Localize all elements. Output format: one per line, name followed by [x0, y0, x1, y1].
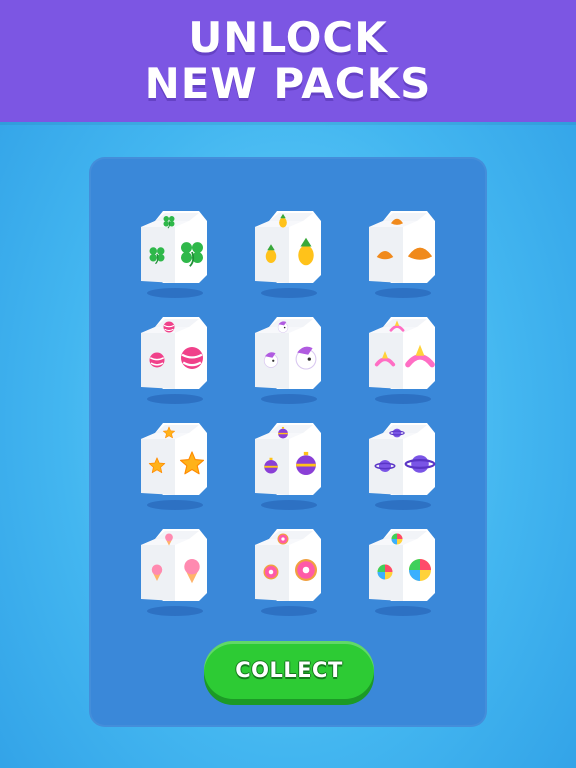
pack-cube-ice-cream — [137, 523, 213, 619]
pack-cube-star — [137, 417, 213, 513]
clover-icon — [141, 211, 207, 298]
rainbow-lollipop-icon — [369, 529, 435, 616]
ornament-ball-icon — [255, 423, 321, 510]
planet-icon — [369, 423, 436, 510]
donut-icon — [255, 529, 321, 616]
star-icon — [141, 423, 207, 510]
collect-button[interactable]: COLLECT — [204, 641, 374, 699]
pack-cube-pineapple — [251, 205, 327, 301]
unicorn-horn-icon — [369, 317, 435, 404]
collect-button-label: COLLECT — [235, 658, 343, 682]
croissant-icon — [369, 211, 435, 298]
pack-cube-ornament-ball — [251, 417, 327, 513]
pack-cube-clover — [137, 205, 213, 301]
pack-cube-unicorn — [251, 311, 327, 407]
pack-cube-candy-ball — [137, 311, 213, 407]
unicorn-icon — [255, 317, 321, 404]
candy-ball-icon — [141, 317, 207, 404]
header-banner: UNLOCK NEW PACKS — [0, 0, 576, 122]
pack-cube-planet — [365, 417, 441, 513]
pack-cube-unicorn-horn — [365, 311, 441, 407]
pack-cube-donut — [251, 523, 327, 619]
ice-cream-icon — [141, 529, 207, 616]
header-title-line-2: NEW PACKS — [144, 59, 432, 108]
pack-cube-croissant — [365, 205, 441, 301]
pineapple-icon — [255, 211, 321, 298]
header-title-line-1: UNLOCK — [188, 13, 388, 62]
pack-cube-rainbow-lollipop — [365, 523, 441, 619]
